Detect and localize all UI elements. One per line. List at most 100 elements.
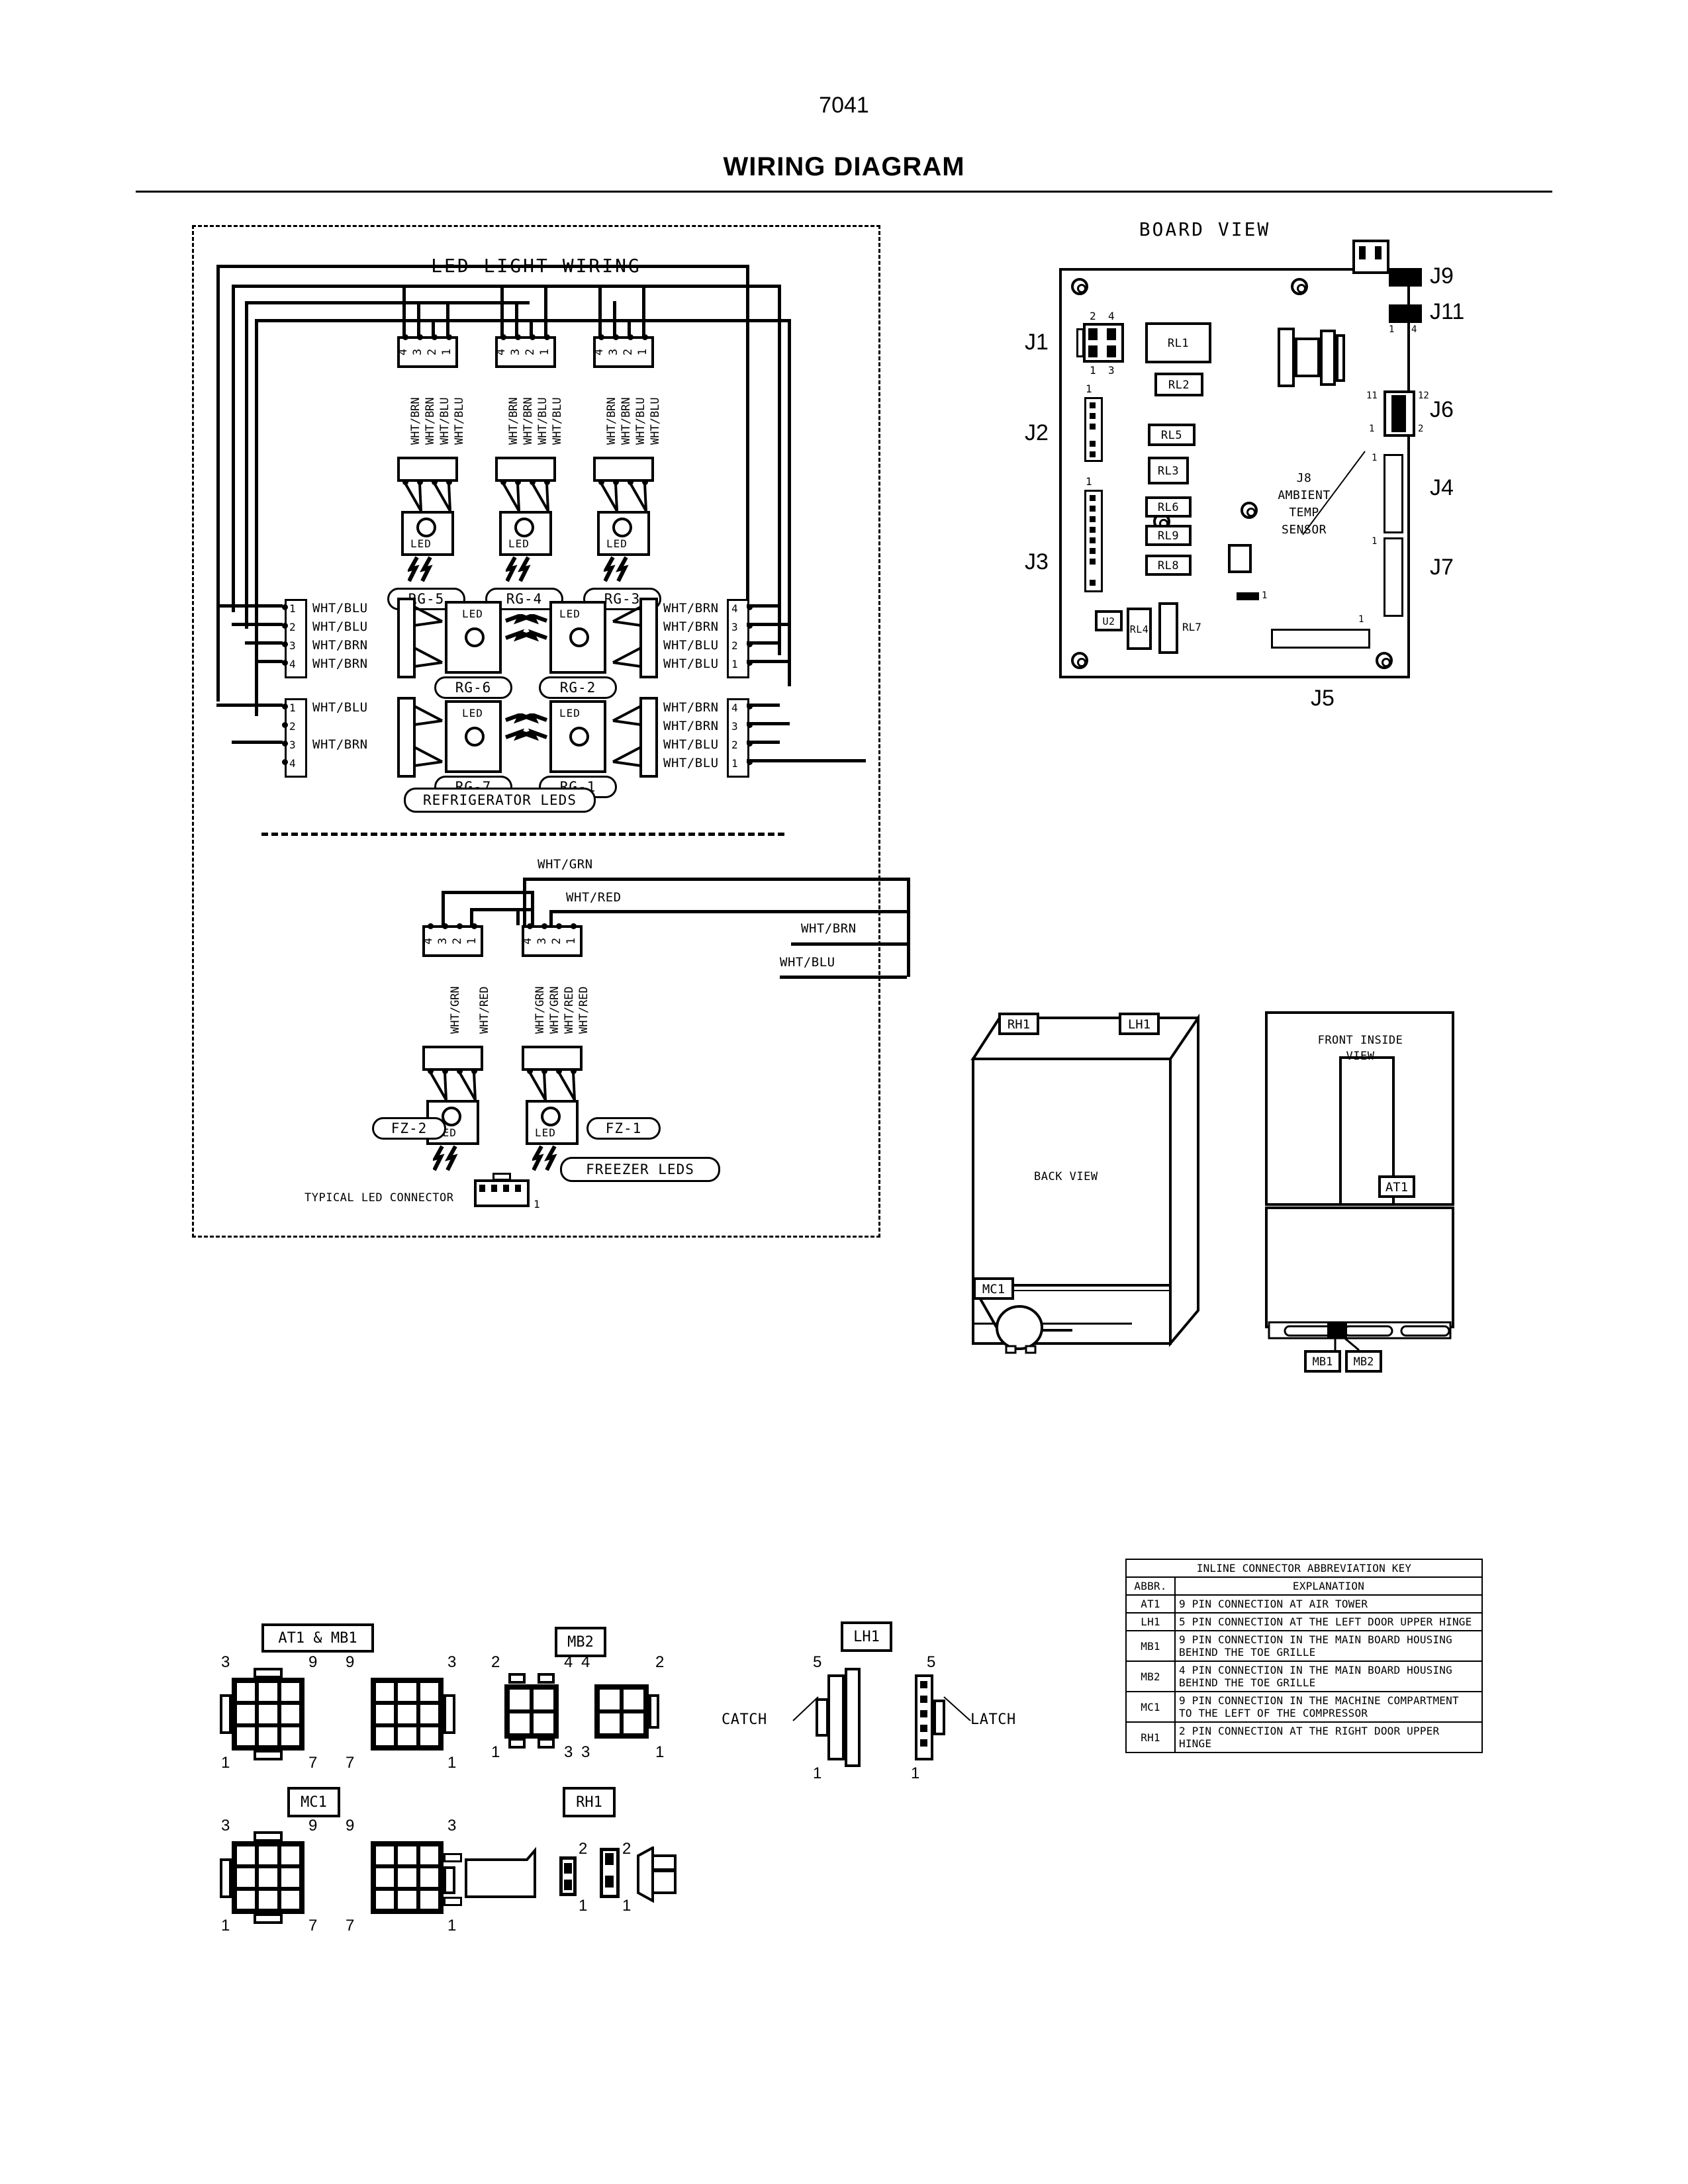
- table-row: MC1 9 PIN CONNECTION IN THE MACHINE COMP…: [1125, 1691, 1483, 1723]
- pin-dot: [556, 923, 562, 929]
- catch-leader-line: [792, 1696, 819, 1721]
- connector-latch-icon: [538, 1738, 555, 1749]
- pin-number: 2: [622, 348, 635, 356]
- transformer-core: [1336, 334, 1345, 382]
- light-rays-icon: [519, 713, 548, 741]
- wire-label: WHT/RED: [478, 986, 491, 1034]
- pin-dot: [527, 923, 533, 929]
- connector-rg-7: [285, 698, 307, 778]
- pin-number: 1: [1369, 424, 1375, 434]
- wire-label: WHT/GRN: [534, 986, 547, 1034]
- connector-latch-icon: [254, 1668, 283, 1678]
- pin-square: [1107, 328, 1116, 340]
- pin-dot: [442, 923, 448, 929]
- pin-number: 4: [1108, 310, 1115, 322]
- explanation-cell: 2 PIN CONNECTION AT THE RIGHT DOOR UPPER…: [1174, 1721, 1483, 1753]
- led-leads: [404, 482, 451, 512]
- pin-number: 4: [397, 348, 410, 356]
- bus-line: [549, 910, 907, 913]
- pin-number: 2: [579, 1840, 588, 1858]
- pin-number: 9: [308, 1653, 318, 1671]
- bus-line: [788, 319, 791, 686]
- pin-square: [1090, 441, 1096, 447]
- pin-number: 2: [289, 621, 296, 633]
- module-id-rg-6: RG-6: [434, 676, 512, 699]
- connector-j7: [1383, 537, 1403, 617]
- ic-u2: U2: [1095, 610, 1123, 631]
- wire-label: WHT/BLU: [438, 397, 451, 445]
- module-id-fz-2: FZ-2: [372, 1117, 446, 1140]
- led-label: LED: [606, 537, 628, 550]
- connector-tab-icon: [492, 1173, 511, 1181]
- wire-label: WHT/BLU: [551, 397, 564, 445]
- connector-mb2-right: [594, 1684, 649, 1739]
- bus-line: [255, 319, 791, 322]
- connector-mc1-right: [371, 1841, 444, 1914]
- led-indicator: [541, 1107, 561, 1126]
- connector-rg-1: [727, 698, 749, 778]
- connector-latch-icon: [508, 1738, 526, 1749]
- lead-wire: [747, 759, 866, 762]
- pin-square: [1090, 424, 1096, 430]
- connector-j6-pins: [1391, 395, 1406, 432]
- inline-connector-key-table: INLINE CONNECTOR ABBREVIATION KEY ABBR. …: [1125, 1559, 1483, 1753]
- bus-line: [791, 942, 907, 946]
- pin-dot: [282, 704, 288, 709]
- connector-figure-label-mb2: MB2: [555, 1627, 606, 1657]
- connector-figure-label-at1-mb1: AT1 & MB1: [261, 1623, 374, 1653]
- pin-square: [1375, 246, 1382, 259]
- pin-square: [1107, 345, 1116, 357]
- pin-number: 1: [636, 348, 650, 356]
- pin-number: 2: [1090, 310, 1096, 322]
- pin-number: 1: [1086, 383, 1092, 395]
- wire-label: WHT/BLU: [312, 619, 368, 634]
- bus-line: [245, 301, 248, 629]
- pin-number: 1: [447, 1917, 457, 1934]
- wire-label: WHT/RED: [577, 986, 590, 1034]
- table-row: RH1 2 PIN CONNECTION AT THE RIGHT DOOR U…: [1125, 1721, 1483, 1753]
- wire-label: WHT/BLU: [536, 397, 549, 445]
- pin-number: 9: [346, 1653, 355, 1671]
- abbr-cell: AT1: [1125, 1594, 1176, 1614]
- led-leads: [429, 1071, 477, 1101]
- connector-lh1-left: [827, 1674, 845, 1760]
- pin-number: 1: [1372, 453, 1378, 463]
- connector-tag-at1: AT1: [1378, 1175, 1415, 1198]
- connector-rh1-shell: [637, 1846, 677, 1903]
- pin-square: [605, 1853, 614, 1865]
- wire-label: WHT/BRN: [663, 719, 719, 733]
- connector-key-icon: [444, 1694, 455, 1734]
- pin-number: 1: [1090, 364, 1096, 377]
- connector-label-j4: J4: [1430, 475, 1454, 500]
- led-label: LED: [508, 537, 530, 550]
- lead-wire: [747, 604, 780, 608]
- pin-dot: [282, 660, 288, 666]
- connector-label-j3: J3: [1025, 549, 1049, 574]
- board-view-title: BOARD VIEW: [1139, 218, 1271, 240]
- lead-wire: [628, 319, 631, 336]
- pin-square: [1090, 559, 1096, 565]
- lead-wire: [747, 660, 790, 663]
- pin-number: 4: [289, 757, 296, 770]
- pin-number: 3: [221, 1817, 230, 1835]
- explanation-cell: 9 PIN CONNECTION AT AIR TOWER: [1174, 1594, 1483, 1614]
- connector-j5: [1271, 629, 1370, 649]
- bus-line: [523, 878, 526, 925]
- wire-label: WHT/BLU: [663, 737, 719, 752]
- lead-wire: [470, 908, 531, 911]
- catch-label: CATCH: [722, 1711, 767, 1728]
- pin-number: 9: [308, 1817, 318, 1835]
- relay-rl7-label: RL7: [1182, 621, 1201, 633]
- relay-rl6: RL6: [1145, 496, 1192, 518]
- connector-rg-6: [285, 599, 307, 678]
- led-leads: [414, 606, 443, 668]
- connector-tag-mb1: MB1: [1304, 1350, 1341, 1373]
- table-row: LH1 5 PIN CONNECTION AT THE LEFT DOOR UP…: [1125, 1612, 1483, 1631]
- pin-number: 1: [221, 1754, 230, 1772]
- pin-square: [920, 1725, 927, 1732]
- bus-label-wht-red: WHT/RED: [566, 890, 622, 905]
- led-indicator: [612, 518, 632, 537]
- led-indicator: [514, 518, 534, 537]
- section-divider: [261, 833, 784, 836]
- document-number: 7041: [819, 93, 869, 118]
